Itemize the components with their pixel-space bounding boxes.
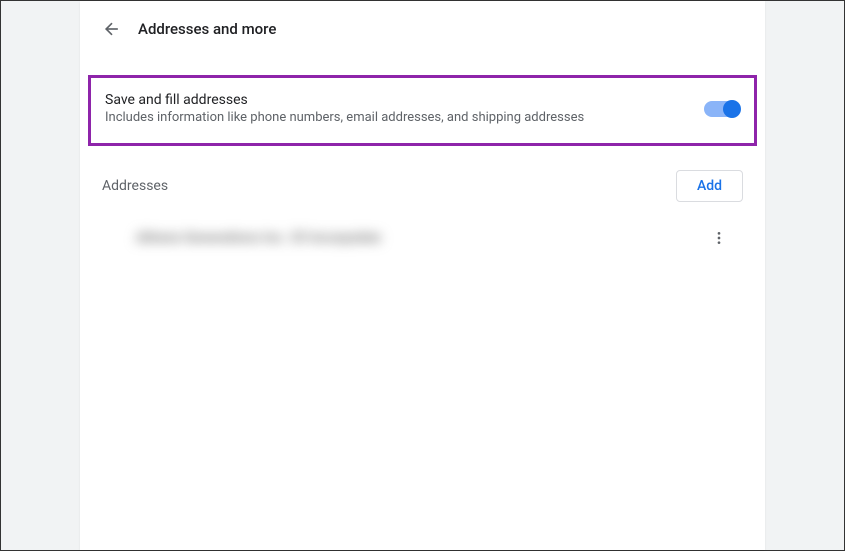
- settings-card: Addresses and more Save and fill address…: [80, 1, 765, 550]
- address-label: Athene Generations Inc. 35 Incorpulate: [136, 230, 381, 246]
- setting-title: Save and fill addresses: [105, 92, 704, 108]
- page-title: Addresses and more: [138, 20, 276, 38]
- setting-description: Includes information like phone numbers,…: [105, 110, 704, 125]
- save-fill-setting-highlight: Save and fill addresses Includes informa…: [88, 75, 757, 146]
- add-address-button[interactable]: Add: [676, 170, 743, 202]
- save-fill-toggle[interactable]: [704, 101, 740, 117]
- addresses-title: Addresses: [102, 178, 168, 194]
- addresses-header: Addresses Add: [80, 146, 765, 202]
- address-row[interactable]: Athene Generations Inc. 35 Incorpulate: [80, 202, 765, 248]
- back-arrow-icon[interactable]: [102, 19, 122, 39]
- setting-text: Save and fill addresses Includes informa…: [105, 92, 704, 125]
- toggle-thumb: [723, 100, 741, 118]
- page-header: Addresses and more: [80, 1, 765, 57]
- more-vert-icon[interactable]: [709, 228, 729, 248]
